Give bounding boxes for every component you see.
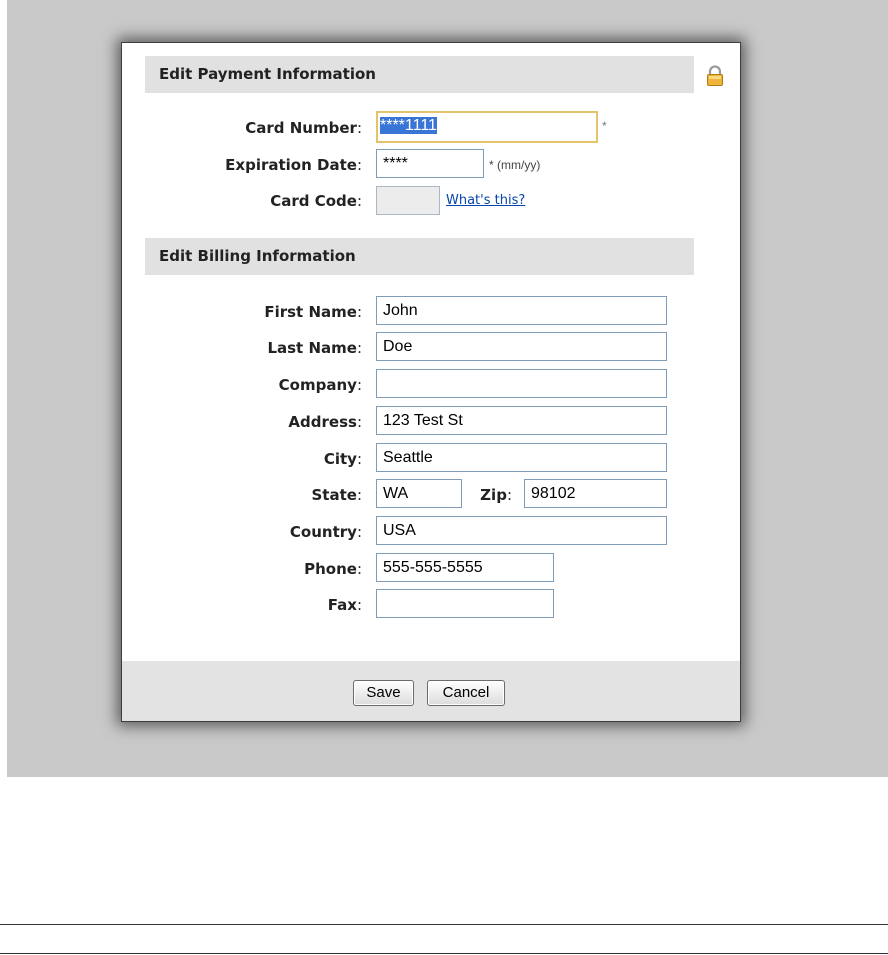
card-code-input[interactable] xyxy=(376,186,440,215)
last-name-label: Last Name: xyxy=(267,339,362,357)
card-number-input[interactable]: ****1111 xyxy=(376,111,598,143)
card-number-label: Card Number: xyxy=(245,119,362,137)
card-number-required-mark: * xyxy=(602,119,607,133)
company-label: Company: xyxy=(278,376,362,394)
save-button[interactable]: Save xyxy=(353,680,414,706)
whats-this-link[interactable]: What's this? xyxy=(446,193,525,208)
fax-label: Fax: xyxy=(327,596,362,614)
dialog-footer: Save Cancel xyxy=(122,661,740,721)
zip-input[interactable]: 98102 xyxy=(524,479,667,508)
edit-payment-dialog: Edit Payment Information Card Number: **… xyxy=(121,42,741,722)
fax-input[interactable] xyxy=(376,589,554,618)
divider-bottom xyxy=(0,953,888,954)
city-input[interactable]: Seattle xyxy=(376,443,667,472)
city-label: City: xyxy=(323,450,362,468)
card-code-label: Card Code: xyxy=(270,192,362,210)
lock-icon xyxy=(706,65,724,87)
first-name-label: First Name: xyxy=(264,303,362,321)
phone-label: Phone: xyxy=(304,560,362,578)
expiration-format-hint: * (mm/yy) xyxy=(489,158,541,172)
cancel-button[interactable]: Cancel xyxy=(427,680,505,706)
address-label: Address: xyxy=(288,413,362,431)
payment-section-header: Edit Payment Information xyxy=(145,56,694,93)
phone-input[interactable]: 555-555-5555 xyxy=(376,553,554,582)
country-label: Country: xyxy=(289,523,362,541)
country-input[interactable]: USA xyxy=(376,516,667,545)
first-name-input[interactable]: John xyxy=(376,296,667,325)
last-name-input[interactable]: Doe xyxy=(376,332,667,361)
expiration-date-input[interactable]: **** xyxy=(376,149,484,178)
company-input[interactable] xyxy=(376,369,667,398)
expiration-date-label: Expiration Date: xyxy=(225,156,362,174)
address-input[interactable]: 123 Test St xyxy=(376,406,667,435)
divider-top xyxy=(0,924,888,925)
billing-section-header: Edit Billing Information xyxy=(145,238,694,275)
zip-label: Zip: xyxy=(480,486,512,504)
